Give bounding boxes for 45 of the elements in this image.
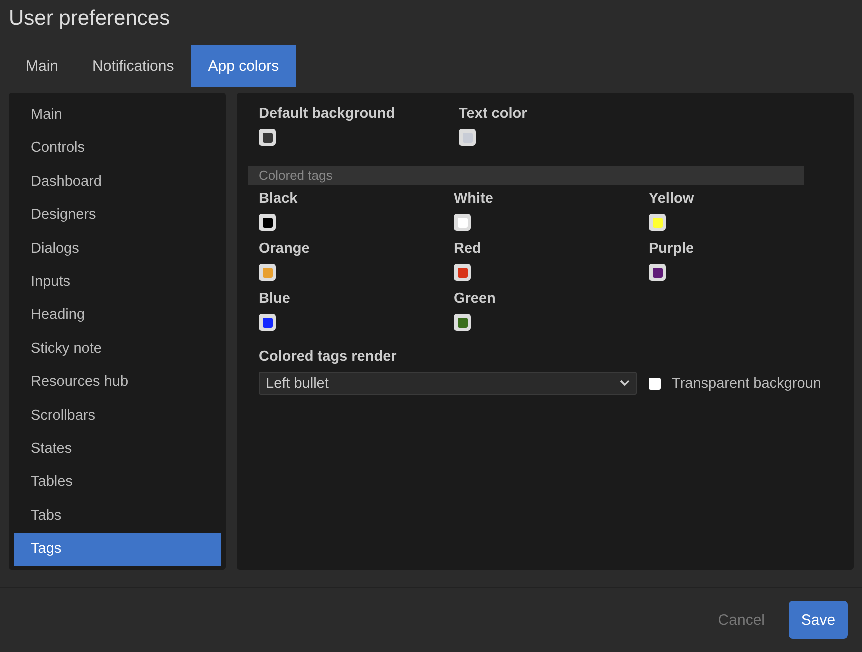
color-swatch[interactable] — [649, 214, 666, 231]
color-swatch[interactable] — [454, 214, 471, 231]
color-label: Default background — [259, 106, 396, 122]
color-swatch[interactable] — [259, 314, 276, 331]
sidebar-item[interactable]: Scrollbars — [14, 400, 221, 433]
sidebar-item[interactable]: Tables — [14, 466, 221, 500]
sidebar-item[interactable]: Resources hub — [14, 366, 221, 400]
sidebar-item[interactable]: Tags — [14, 533, 221, 566]
sidebar-item[interactable]: Dialogs — [14, 232, 221, 266]
sidebar-item[interactable]: Heading — [14, 299, 221, 333]
color-swatch[interactable] — [454, 264, 471, 281]
sidebar-item[interactable]: Sticky note — [14, 332, 221, 366]
sidebar-item[interactable]: Designers — [14, 199, 221, 233]
color-label: Yellow — [649, 191, 694, 207]
color-label: Red — [454, 241, 482, 257]
color-label: Purple — [649, 241, 694, 257]
section-header: Colored tags — [248, 166, 804, 185]
tab[interactable]: Main — [9, 45, 76, 87]
checkbox-label: Transparent backgroun — [672, 376, 822, 392]
sidebar-item[interactable]: Dashboard — [14, 166, 221, 200]
chevron-icon — [620, 380, 630, 387]
color-label: Text color — [459, 106, 528, 122]
color-label: Green — [454, 291, 496, 307]
tab[interactable]: Notifications — [76, 45, 192, 87]
render-label: Colored tags render — [259, 349, 398, 365]
render-select[interactable]: Left bullet — [259, 372, 637, 395]
window-title: User preferences — [8, 6, 172, 32]
color-swatch[interactable] — [259, 214, 276, 231]
save-button[interactable]: Save — [789, 601, 848, 639]
color-swatch[interactable] — [649, 264, 666, 281]
color-swatch[interactable] — [459, 129, 476, 146]
color-label: Orange — [259, 241, 310, 257]
sidebar-item[interactable]: Inputs — [14, 266, 221, 300]
color-swatch[interactable] — [259, 264, 276, 281]
sidebar-item[interactable]: Main — [14, 99, 221, 132]
sidebar-item[interactable]: Controls — [14, 132, 221, 166]
color-label: Blue — [259, 291, 290, 307]
sidebar-item[interactable]: States — [14, 432, 221, 466]
checkbox[interactable] — [649, 378, 661, 390]
color-swatch[interactable] — [454, 314, 471, 331]
sidebar-item[interactable]: Tabs — [14, 500, 221, 534]
color-swatch[interactable] — [259, 129, 276, 146]
tab[interactable]: App colors — [191, 45, 296, 87]
color-label: Black — [259, 191, 298, 207]
color-label: White — [454, 191, 494, 207]
